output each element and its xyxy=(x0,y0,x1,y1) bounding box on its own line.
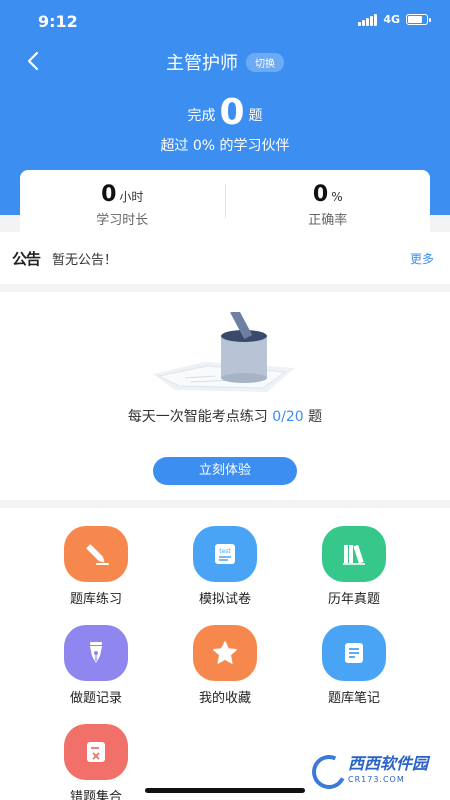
watermark-domain: CR173.COM xyxy=(348,775,405,784)
star-icon xyxy=(193,625,257,681)
pen-nib-icon xyxy=(64,625,128,681)
duration-unit: 小时 xyxy=(119,190,144,204)
battery-icon xyxy=(406,14,431,25)
try-now-button[interactable]: 立刻体验 xyxy=(153,457,297,485)
grid-label: 题库练习 xyxy=(69,592,122,607)
stat-duration: 0 小时 学习时长 xyxy=(20,170,225,232)
signal-icon xyxy=(358,13,378,26)
watermark-brand: 西西软件园 xyxy=(348,754,429,773)
practice-text-prefix: 每天一次智能考点练习 xyxy=(127,409,273,425)
accuracy-value: 0 xyxy=(312,182,329,207)
notice-more-link[interactable]: 更多 xyxy=(410,250,434,267)
watermark-logo: 西西软件园 CR173.COM xyxy=(307,750,442,794)
duration-label: 学习时长 xyxy=(96,213,149,228)
test-paper-icon: test xyxy=(193,526,257,582)
stat-accuracy: 0% 正确率 xyxy=(226,170,431,232)
grid-label: 错题集合 xyxy=(69,790,122,800)
grid-item-notes[interactable]: 题库笔记 xyxy=(299,625,409,706)
status-indicators: 4G xyxy=(358,13,431,26)
beat-text: 超过 0% 的学习伙伴 xyxy=(160,138,290,154)
nav-title-bar: 主管护师 切换 xyxy=(0,49,450,75)
grid-label: 题库笔记 xyxy=(327,691,380,706)
grid-label: 做题记录 xyxy=(69,691,122,706)
notebook-icon xyxy=(322,625,386,681)
grid-item-favorites[interactable]: 我的收藏 xyxy=(170,625,280,706)
svg-text:test: test xyxy=(219,548,231,555)
network-label: 4G xyxy=(383,13,400,26)
pencil-cup-illustration xyxy=(153,312,295,392)
status-bar: 9:12 4G xyxy=(0,0,450,42)
practice-card: 每天一次智能考点练习 0/20 题 立刻体验 xyxy=(0,292,450,500)
status-time: 9:12 xyxy=(38,12,78,31)
accuracy-label: 正确率 xyxy=(308,213,348,228)
practice-text-suffix: 题 xyxy=(303,409,323,425)
page-title: 主管护师 xyxy=(166,53,238,74)
wrong-paper-icon xyxy=(64,724,128,780)
grid-label: 历年真题 xyxy=(327,592,380,607)
grid-item-question-bank[interactable]: 题库练习 xyxy=(41,526,151,607)
done-prefix: 完成 xyxy=(187,108,216,124)
done-suffix: 题 xyxy=(248,108,263,124)
home-indicator[interactable] xyxy=(145,788,305,793)
books-icon xyxy=(322,526,386,582)
practice-text: 每天一次智能考点练习 0/20 题 xyxy=(0,406,450,426)
done-count: 0 xyxy=(219,92,245,133)
watermark-text: 西西软件园 CR173.COM xyxy=(348,756,428,788)
watermark-ring-icon xyxy=(307,750,351,794)
grid-item-wrong-questions[interactable]: 错题集合 xyxy=(41,724,151,800)
switch-button[interactable]: 切换 xyxy=(246,52,284,72)
pencil-icon xyxy=(64,526,128,582)
practice-count: 0/20 xyxy=(272,409,304,425)
duration-value: 0 xyxy=(101,182,117,207)
grid-item-mock-exam[interactable]: test 模拟试卷 xyxy=(170,526,280,607)
notice-bar: 公告 暂无公告！ 更多 xyxy=(0,232,450,284)
stats-card: 0 小时 学习时长 0% 正确率 xyxy=(20,170,430,232)
done-summary: 完成 0 题 xyxy=(0,92,450,133)
grid-label: 模拟试卷 xyxy=(198,592,251,607)
grid-label: 我的收藏 xyxy=(198,691,251,706)
notice-text: 暂无公告！ xyxy=(52,252,118,268)
grid-item-past-exams[interactable]: 历年真题 xyxy=(299,526,409,607)
notice-logo: 公告 xyxy=(12,249,41,268)
grid-item-records[interactable]: 做题记录 xyxy=(41,625,151,706)
accuracy-unit: % xyxy=(331,190,343,204)
